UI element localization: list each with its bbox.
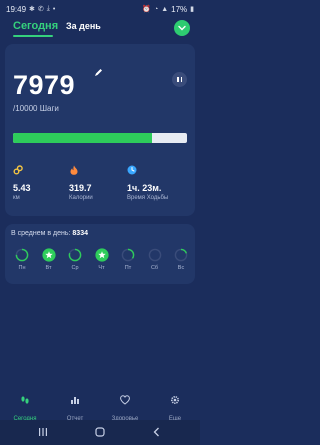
recent-apps-icon[interactable] <box>38 427 48 437</box>
dropdown-button[interactable] <box>174 20 190 36</box>
heart-icon <box>120 395 130 405</box>
steps-card: 7979 /10000 Шаги 5.43 км 319.7 Калории 1… <box>5 44 195 216</box>
signal-icon: ▲ <box>161 5 169 13</box>
week-days: Пн Вт Ср Чт Пт Сб Вс <box>9 248 191 280</box>
walking-time-label: Время Ходьбы <box>127 195 169 201</box>
call-icon: ✆ <box>37 6 44 13</box>
weekly-card[interactable]: В среднем в день: 8334 Пн Вт Ср Чт Пт Сб Вс <box>5 224 195 284</box>
active-tab-indicator <box>13 35 53 37</box>
alarm-icon: ⏰ <box>142 6 151 13</box>
steps-progress-bar <box>13 133 187 143</box>
nav-item-health[interactable]: Здоровье <box>100 394 150 422</box>
week-day-label: Пн <box>18 265 26 271</box>
distance-value: 5.43 <box>13 183 31 193</box>
calories-metric: 319.7 Калории <box>69 162 93 201</box>
week-day-4: Пт <box>120 248 136 271</box>
clock-icon <box>127 165 137 175</box>
week-day-label: Пт <box>124 265 132 271</box>
nav-item-today[interactable]: Сегодня <box>0 394 50 422</box>
goal-star-icon <box>94 248 109 262</box>
download-icon: ⤓ <box>46 5 50 12</box>
week-day-label: Вт <box>45 265 52 271</box>
walking-time-value: 1ч. 23м. <box>127 183 162 193</box>
day-progress-ring <box>148 248 161 262</box>
battery-level: 17% <box>171 4 188 14</box>
location-icon <box>13 165 23 175</box>
status-time: 19:49 <box>6 4 27 14</box>
steps-progress-fill <box>13 133 152 143</box>
week-day-0: Пн <box>14 248 30 271</box>
day-progress-ring <box>15 248 29 262</box>
distance-label: км <box>13 195 20 201</box>
week-day-6: Вс <box>173 248 189 271</box>
battery-icon: ▮ <box>190 6 194 13</box>
period-tabs: Сегодня За день <box>0 18 200 40</box>
walking-time-metric: 1ч. 23м. Время Ходьбы <box>127 162 168 201</box>
status-bar: 19:49 ✱ ✆ ⤓ • ⏰ ◔ ▲ 17% ▮ <box>0 0 200 18</box>
week-day-5: Сб <box>147 248 163 271</box>
step-count: 7979 <box>13 70 76 100</box>
week-day-2: Ср <box>67 248 83 271</box>
week-day-3: Чт <box>94 248 110 271</box>
wifi-icon: ◔ <box>153 5 159 13</box>
back-icon[interactable] <box>152 427 162 437</box>
tab-today[interactable]: Сегодня <box>13 20 58 32</box>
daily-average-value: 8334 <box>72 230 88 237</box>
bar-chart-icon <box>71 397 79 404</box>
goal-star-icon <box>41 248 56 262</box>
nav-item-more[interactable]: Еще <box>150 394 200 422</box>
daily-average: В среднем в день: 8334 <box>11 230 88 237</box>
edit-icon[interactable] <box>93 68 103 78</box>
week-day-label: Вс <box>177 265 185 271</box>
bottom-nav: Сегодня Отчет Здоровье Еще <box>0 394 200 422</box>
footsteps-icon <box>21 396 29 404</box>
calories-label: Калории <box>69 195 93 201</box>
week-day-label: Чт <box>98 265 105 271</box>
more-notifications-icon: • <box>52 5 56 13</box>
flame-icon <box>70 165 78 175</box>
tab-day[interactable]: За день <box>66 21 101 31</box>
week-day-label: Ср <box>71 265 79 271</box>
day-progress-ring <box>68 248 82 262</box>
day-progress-ring <box>174 248 188 262</box>
system-nav-bar <box>0 420 200 445</box>
gear-icon <box>170 395 180 405</box>
home-icon[interactable] <box>95 427 105 437</box>
chevron-down-icon <box>178 25 186 31</box>
pause-icon <box>177 77 179 82</box>
daily-average-label: В среднем в день: <box>11 230 71 237</box>
calories-value: 319.7 <box>69 183 92 193</box>
nav-item-report[interactable]: Отчет <box>50 394 100 422</box>
pause-button[interactable] <box>172 72 187 87</box>
step-goal: /10000 Шаги <box>13 104 59 113</box>
distance-metric: 5.43 км <box>13 162 31 201</box>
week-day-label: Сб <box>150 265 159 271</box>
day-progress-ring <box>121 248 135 262</box>
notification-icon: ✱ <box>29 6 35 13</box>
week-day-1: Вт <box>41 248 57 271</box>
